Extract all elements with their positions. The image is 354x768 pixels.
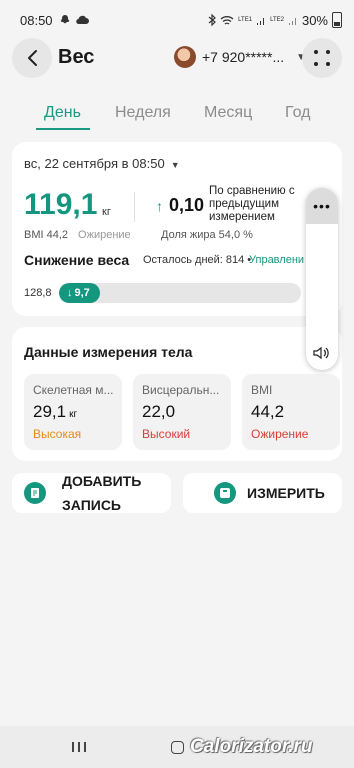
add-record-button[interactable]: ДОБАВИТЬ ЗАПИСЬ <box>12 473 171 513</box>
period-tabs: День Неделя Месяц Год <box>0 104 354 130</box>
tile-skeletal-muscle[interactable]: Скелетная м... 29,1 кг Высокая <box>24 374 122 450</box>
page-title: Вес <box>58 46 95 68</box>
arrow-down-icon: ↓ <box>67 287 73 299</box>
four-dots-icon <box>314 50 330 66</box>
bluetooth-icon <box>208 14 217 26</box>
weight-unit: кг <box>102 206 111 218</box>
account-phone: +7 920*****... <box>202 49 285 65</box>
account-selector[interactable]: +7 920*****... ▼ <box>174 46 306 68</box>
add-record-label: ДОБАВИТЬ ЗАПИСЬ <box>62 473 142 513</box>
tile-label: Висцеральн... <box>142 383 220 397</box>
weight-loss-title: Снижение веса <box>24 252 130 268</box>
body-data-card: Данные измерения тела Скелетная м... 29,… <box>12 327 342 461</box>
arrow-up-icon: ↑ <box>156 198 163 214</box>
progress-fill: ↓ 9,7 <box>59 283 101 303</box>
tile-visceral-fat[interactable]: Висцеральн... 22,0 Высокий <box>133 374 231 450</box>
bmi-value: BMI 44,2 <box>24 229 69 241</box>
bmi-summary: BMI 44,2 Ожирение <box>24 229 131 241</box>
tile-status: Ожирение <box>251 427 309 441</box>
signal-icon-2 <box>288 17 296 25</box>
tab-day[interactable]: День <box>44 104 81 122</box>
compare-caption: По сравнению с предыдущим измерением <box>209 185 295 223</box>
battery-percent: 30% <box>301 12 328 28</box>
arrow-left-icon <box>28 50 37 66</box>
fat-percentage: Доля жира 54,0 % <box>161 229 253 241</box>
tile-value: 22,0 <box>142 402 176 421</box>
home-button[interactable] <box>171 741 184 754</box>
sim2-label: LTE2 <box>270 17 284 23</box>
tab-month[interactable]: Месяц <box>204 104 252 122</box>
tile-label: BMI <box>251 383 273 397</box>
measure-button[interactable]: ИЗМЕРИТЬ <box>183 473 342 513</box>
tile-bmi[interactable]: BMI 44,2 Ожирение <box>242 374 340 450</box>
status-bar: 08:50 LTE1 LTE2 30% <box>0 0 354 40</box>
body-data-title: Данные измерения тела <box>24 344 193 360</box>
tab-week[interactable]: Неделя <box>115 104 171 122</box>
tile-status: Высокая <box>33 427 82 441</box>
volume-icon[interactable] <box>313 346 331 360</box>
tile-value: 29,1 кг <box>33 402 78 421</box>
floating-panel[interactable]: ••• <box>306 188 338 370</box>
wifi-icon <box>220 15 234 25</box>
manage-goal-link[interactable]: Управлени <box>249 254 309 266</box>
cloud-icon <box>75 15 89 25</box>
weight-loss-progress: ↓ 9,7 <box>59 283 301 303</box>
app-header: Вес +7 920*****... ▼ <box>0 38 354 78</box>
measurement-date: вс, 22 сентября в 08:50 <box>24 156 165 171</box>
date-selector[interactable]: вс, 22 сентября в 08:50 ▼ <box>24 156 180 171</box>
tab-year[interactable]: Год <box>285 104 310 122</box>
watermark: Calorizator.ru <box>190 736 313 757</box>
snapchat-icon <box>60 15 70 24</box>
tile-status: Высокий <box>142 427 191 441</box>
weight-change: 0,10 <box>169 195 205 215</box>
menu-button[interactable] <box>302 38 342 78</box>
tile-value: 44,2 <box>251 402 285 421</box>
signal-icon <box>257 17 265 25</box>
tile-label: Скелетная м... <box>33 383 114 397</box>
measure-label: ИЗМЕРИТЬ <box>247 485 325 501</box>
notification-icons <box>59 14 89 26</box>
sim1-label: LTE1 <box>238 17 253 23</box>
recent-apps-button[interactable] <box>72 742 86 752</box>
progress-value: 9,7 <box>74 287 90 299</box>
scale-icon <box>214 482 236 504</box>
active-tab-indicator <box>36 128 90 130</box>
system-icons: LTE1 LTE2 30% <box>208 12 342 28</box>
current-weight: 119,1 <box>24 188 98 221</box>
system-nav-bar: Calorizator.ru <box>0 726 354 768</box>
more-icon[interactable]: ••• <box>306 188 338 224</box>
battery-icon <box>332 12 342 28</box>
start-weight: 128,8 <box>24 287 52 299</box>
note-icon <box>24 482 46 504</box>
divider <box>134 192 135 222</box>
chevron-down-icon: ▼ <box>170 160 180 170</box>
weight-summary-card[interactable]: вс, 22 сентября в 08:50 ▼ 119,1 кг ↑ 0,10… <box>12 142 342 316</box>
clock: 08:50 <box>20 12 53 28</box>
avatar <box>174 46 196 68</box>
days-left: Осталось дней: 814 • <box>143 254 252 266</box>
bmi-status: Ожирение <box>78 229 131 241</box>
back-button[interactable] <box>12 38 52 78</box>
